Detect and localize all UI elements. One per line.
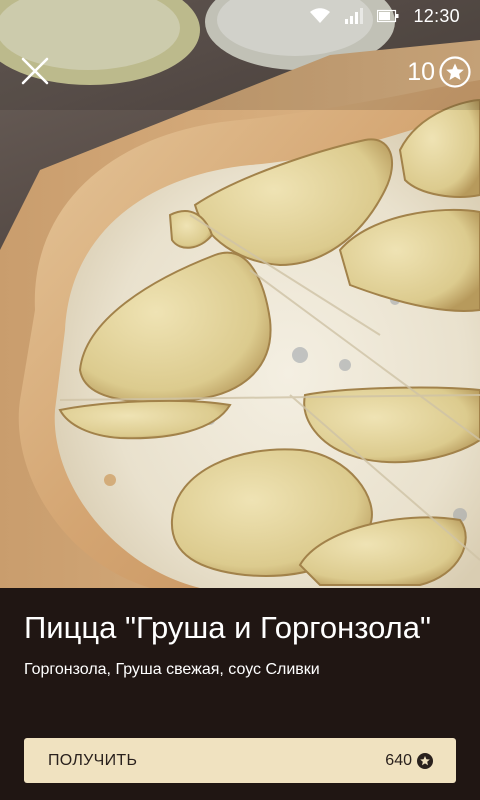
- points-balance[interactable]: 10: [407, 54, 472, 90]
- star-circle-icon: [417, 752, 433, 769]
- battery-icon: [377, 0, 399, 32]
- product-ingredients: Горгонзола, Груша свежая, соус Сливки: [24, 661, 320, 678]
- get-button[interactable]: ПОЛУЧИТЬ 640: [24, 738, 456, 783]
- price-value: 640: [385, 751, 412, 769]
- close-button[interactable]: [16, 52, 54, 90]
- product-screen: 12:30 10 Пицца "Груша и Горгонзола" Горг…: [0, 0, 480, 800]
- star-circle-icon: [439, 56, 471, 88]
- points-value: 10: [407, 58, 435, 86]
- wifi-icon: [309, 0, 331, 32]
- product-title: Пицца "Груша и Горгонзола": [24, 610, 431, 645]
- signal-icon: [345, 0, 364, 32]
- price: 640: [385, 752, 434, 770]
- get-button-label: ПОЛУЧИТЬ: [48, 751, 138, 769]
- product-info-panel: Пицца "Груша и Горгонзола" Горгонзола, Г…: [0, 588, 480, 800]
- close-icon: [21, 57, 49, 85]
- status-bar: 12:30: [0, 0, 480, 32]
- status-time: 12:30: [413, 5, 460, 26]
